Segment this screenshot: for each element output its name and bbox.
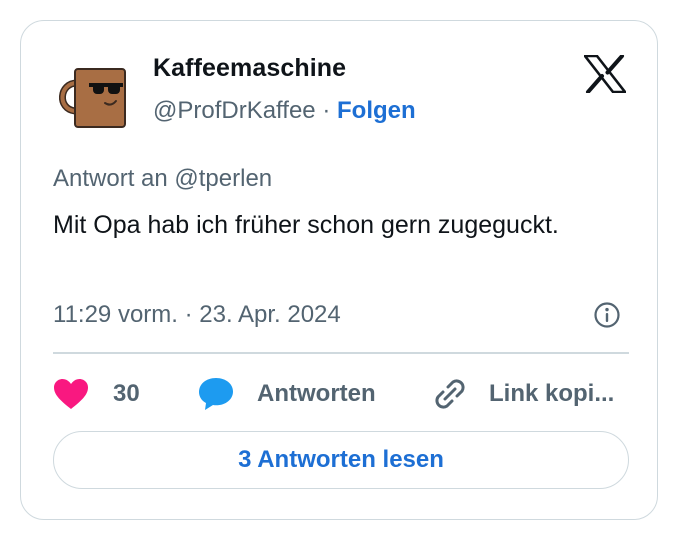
tweet-text: Mit Opa hab ich früher schon gern zugegu… bbox=[53, 211, 559, 239]
link-icon bbox=[435, 379, 465, 409]
divider bbox=[53, 352, 629, 354]
author-handle[interactable]: @ProfDrKaffee bbox=[153, 97, 316, 124]
reply-to-label[interactable]: Antwort an @tperlen bbox=[53, 165, 272, 193]
tweet-card: Kaffeemaschine @ProfDrKaffee · Folgen An… bbox=[20, 20, 658, 520]
follow-button[interactable]: Folgen bbox=[337, 97, 416, 124]
copy-link-button[interactable]: Link kopi... bbox=[431, 375, 614, 413]
author-handle-row: @ProfDrKaffee · Folgen bbox=[153, 97, 416, 125]
reply-bubble-icon bbox=[199, 378, 233, 410]
x-logo-icon[interactable] bbox=[583, 54, 627, 94]
author-name[interactable]: Kaffeemaschine bbox=[153, 54, 346, 83]
coffee-mug-sunglasses-icon bbox=[59, 68, 126, 128]
read-replies-button[interactable]: 3 Antworten lesen bbox=[53, 431, 629, 489]
avatar[interactable] bbox=[55, 57, 135, 137]
like-button[interactable]: 30 bbox=[53, 375, 140, 413]
heart-icon bbox=[54, 379, 88, 409]
separator-dot: · bbox=[322, 97, 331, 124]
reply-button[interactable]: Antworten bbox=[197, 375, 376, 413]
tweet-timestamp[interactable]: 11:29 vorm. · 23. Apr. 2024 bbox=[53, 301, 341, 329]
info-icon[interactable] bbox=[593, 301, 621, 329]
copy-link-label: Link kopi... bbox=[489, 380, 615, 407]
like-count: 30 bbox=[113, 380, 140, 407]
reply-label: Antworten bbox=[257, 380, 376, 407]
